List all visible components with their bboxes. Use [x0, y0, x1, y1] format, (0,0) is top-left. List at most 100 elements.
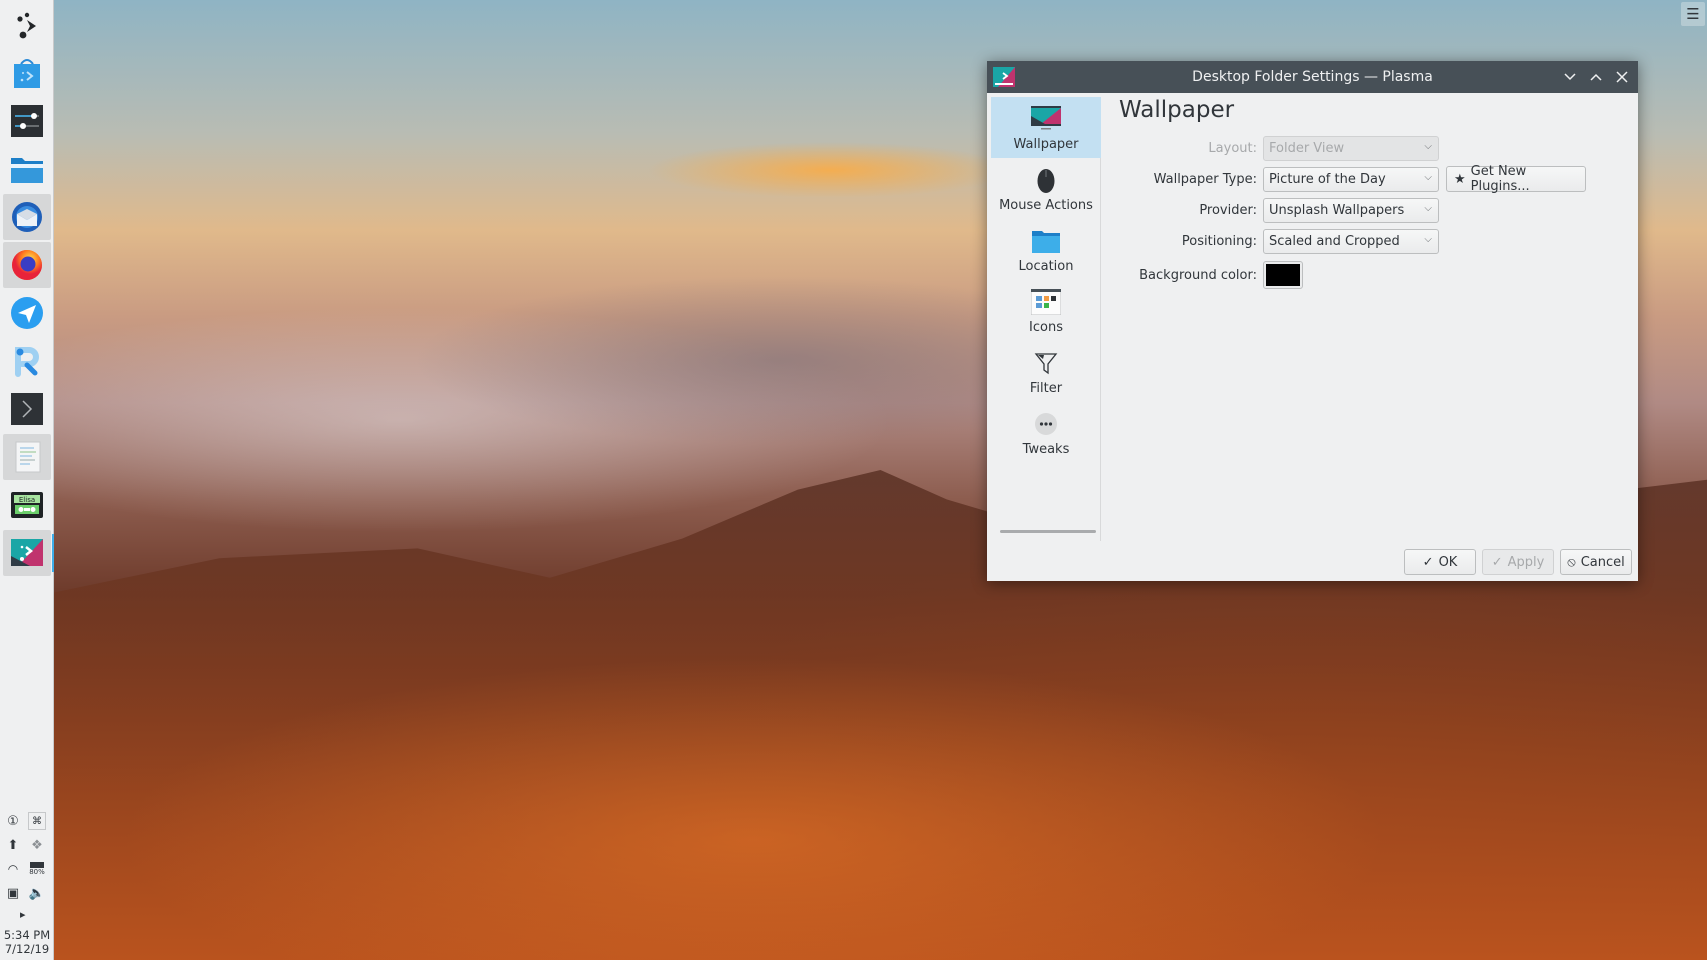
hamburger-menu-icon: ☰: [1686, 5, 1700, 23]
desktop-toolbox-button[interactable]: ☰: [1681, 2, 1705, 26]
sidebar-label: Filter: [1029, 381, 1063, 396]
cassette-icon: Elisa: [10, 492, 43, 518]
thunderbird-icon: [11, 202, 42, 232]
sidebar-item-icons[interactable]: Icons: [991, 280, 1101, 341]
folder-icon: [1032, 231, 1060, 253]
system-tray: ① ⌘ ⬆ ❖ ◠ 80% ▣ 🔈: [4, 812, 50, 902]
network-upload-icon[interactable]: ⬆: [4, 836, 22, 854]
launcher-dolphin[interactable]: [3, 146, 51, 192]
launcher-kde[interactable]: [3, 2, 51, 48]
launcher-system-settings[interactable]: [3, 98, 51, 144]
launcher-kate[interactable]: [2, 434, 51, 480]
launcher-konsole[interactable]: [3, 386, 51, 432]
left-panel: Elisa ① ⌘ ⬆ ❖ ◠ 80% ▣ 🔈 ▸ 5:34 PM 7/12/1…: [0, 0, 54, 960]
wallpaper-type-combo[interactable]: Picture of the Day ⌵: [1263, 166, 1439, 192]
layout-row: Layout: Folder View ⌵: [1119, 135, 1439, 161]
launcher-firefox[interactable]: [2, 242, 51, 288]
firefox-icon: [11, 250, 42, 280]
provider-combo[interactable]: Unsplash Wallpapers ⌵: [1263, 197, 1439, 223]
plasma-icon: [10, 539, 43, 566]
layout-label: Layout:: [1208, 140, 1257, 156]
chevron-down-icon: ⌵: [1424, 202, 1432, 214]
window-title: Desktop Folder Settings — Plasma: [1192, 69, 1433, 85]
vault-lock-icon[interactable]: ▣: [4, 884, 22, 902]
provider-label: Provider:: [1199, 202, 1257, 218]
updates-icon[interactable]: ①: [4, 812, 22, 830]
cancel-label: Cancel: [1580, 554, 1625, 570]
cancel-button[interactable]: ⦸ Cancel: [1560, 549, 1632, 575]
chevron-down-icon: ⌵: [1424, 171, 1432, 183]
maximize-button[interactable]: [1586, 67, 1606, 87]
ok-button[interactable]: ✓ OK: [1404, 549, 1476, 575]
sidebar-item-tweaks[interactable]: Tweaks: [991, 402, 1101, 463]
launcher-discover[interactable]: [3, 50, 51, 96]
background-color-button[interactable]: [1263, 261, 1303, 289]
clock-date: 7/12/19: [4, 942, 50, 956]
terminal-icon: [10, 393, 43, 425]
minimize-button[interactable]: [1560, 67, 1580, 87]
positioning-combo[interactable]: Scaled and Cropped ⌵: [1263, 228, 1439, 254]
sidebar-label: Location: [1018, 259, 1074, 274]
sidebar-label: Tweaks: [1022, 442, 1070, 457]
kde-application-launcher-icon: [16, 12, 36, 39]
launcher-telegram[interactable]: [3, 290, 51, 336]
klipper-icon[interactable]: ⌘: [28, 812, 46, 830]
get-new-plugins-button[interactable]: ★ Get New Plugins...: [1446, 164, 1586, 194]
clock-time: 5:34 PM: [3, 928, 51, 942]
dropbox-icon[interactable]: ❖: [28, 836, 46, 854]
shopping-bag-icon: [13, 59, 40, 88]
sidebar-item-filter[interactable]: Filter: [991, 341, 1101, 402]
r-letter-icon: [14, 347, 39, 377]
close-button[interactable]: [1612, 67, 1632, 87]
wallpaper-type-label: Wallpaper Type:: [1153, 171, 1257, 187]
settings-sidebar: Wallpaper Mouse Actions Location Icons F…: [991, 97, 1101, 541]
svg-text:Elisa: Elisa: [18, 496, 34, 504]
paper-plane-icon: [10, 297, 43, 329]
folder-icon: [10, 158, 43, 183]
wallpaper-type-value: Picture of the Day: [1269, 171, 1386, 187]
positioning-value: Scaled and Cropped: [1269, 233, 1400, 249]
positioning-row: Positioning: Scaled and Cropped ⌵: [1119, 228, 1439, 254]
chevron-down-icon: ⌵: [1424, 233, 1432, 245]
sidebar-label: Icons: [1029, 320, 1063, 335]
tray-expander-button[interactable]: ▸: [20, 908, 26, 921]
background-color-label: Background color:: [1139, 267, 1257, 283]
checkmark-icon: ✓: [1422, 554, 1434, 570]
dialog-button-box: ✓ OK ✓ Apply ⦸ Cancel: [1404, 549, 1632, 575]
text-document-icon: [15, 441, 40, 473]
battery-icon[interactable]: 80%: [28, 860, 46, 878]
layout-value: Folder View: [1269, 140, 1345, 156]
positioning-label: Positioning:: [1181, 233, 1257, 249]
cancel-icon: ⦸: [1567, 554, 1576, 570]
sidebar-label: Wallpaper: [1013, 137, 1079, 152]
launcher-elisa[interactable]: Elisa: [3, 482, 51, 528]
close-icon: [1616, 71, 1628, 83]
wallpaper-icon: [1031, 106, 1061, 130]
provider-value: Unsplash Wallpapers: [1269, 202, 1405, 218]
digital-clock[interactable]: 5:34 PM 7/12/19: [0, 928, 54, 956]
get-new-plugins-label: Get New Plugins...: [1470, 164, 1530, 194]
layout-combo[interactable]: Folder View ⌵: [1263, 135, 1439, 161]
sidebar-item-mouse-actions[interactable]: Mouse Actions: [991, 158, 1101, 219]
title-bar[interactable]: Desktop Folder Settings — Plasma: [987, 61, 1638, 93]
desktop-folder-settings-dialog: Desktop Folder Settings — Plasma Wallpap…: [987, 61, 1638, 581]
volume-muted-icon[interactable]: 🔈: [28, 884, 46, 902]
checkmark-icon: ✓: [1491, 554, 1503, 570]
wifi-icon[interactable]: ◠: [4, 860, 22, 878]
chevron-up-icon: [1590, 73, 1602, 81]
launcher-thunderbird[interactable]: [2, 194, 51, 240]
sidebar-item-location[interactable]: Location: [991, 219, 1101, 280]
chevron-down-icon: [1564, 73, 1576, 81]
sidebar-label: Mouse Actions: [999, 198, 1093, 213]
sidebar-item-wallpaper[interactable]: Wallpaper: [991, 97, 1101, 158]
apply-button[interactable]: ✓ Apply: [1482, 549, 1554, 575]
background-color-row: Background color:: [1119, 260, 1303, 290]
launcher-plasma-desktop-settings[interactable]: [2, 530, 54, 576]
wallpaper-page: Wallpaper Layout: Folder View ⌵ Wallpape…: [1119, 97, 1638, 289]
background-color-swatch: [1266, 264, 1300, 286]
sidebar-scrollbar[interactable]: [1000, 530, 1096, 533]
launcher-rstudio[interactable]: [3, 338, 51, 384]
apply-label: Apply: [1507, 554, 1545, 570]
star-icon: ★: [1454, 171, 1466, 187]
icons-grid-icon: [1031, 289, 1061, 315]
